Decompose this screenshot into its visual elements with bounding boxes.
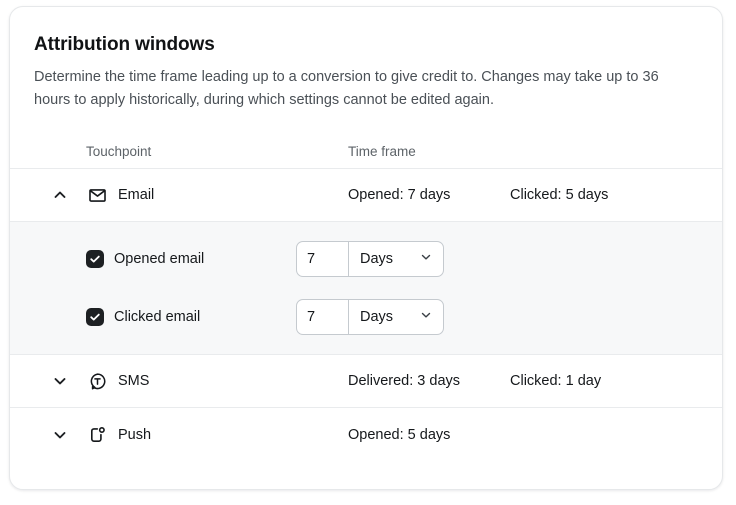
checkbox-opened-email[interactable]: [86, 250, 104, 268]
summary-email-opened: Opened: 7 days: [348, 187, 510, 203]
duration-unit-select-clicked-email[interactable]: Days: [349, 300, 443, 334]
attribution-table: Touchpoint Time frame E: [10, 135, 722, 461]
sub-row-clicked-email: Clicked email Days: [34, 288, 698, 346]
expanded-panel-email: Opened email Days: [10, 222, 722, 355]
summary-sms-clicked: Clicked: 1 day: [510, 373, 698, 389]
duration-unit-select-opened-email[interactable]: Days: [349, 242, 443, 276]
summary-email-clicked: Clicked: 5 days: [510, 187, 698, 203]
table-row-email[interactable]: Email Opened: 7 days Clicked: 5 days: [10, 169, 722, 222]
chevron-up-icon[interactable]: [48, 183, 72, 207]
summary-sms-delivered: Delivered: 3 days: [348, 373, 510, 389]
chevron-down-icon[interactable]: [48, 423, 72, 447]
chevron-down-icon: [419, 250, 433, 269]
card-description: Determine the time frame leading up to a…: [34, 66, 664, 111]
duration-control-clicked-email: Days: [296, 299, 444, 335]
page-title: Attribution windows: [34, 33, 698, 57]
touchpoint-cell-sms: SMS: [86, 370, 348, 392]
expand-toggle-sms[interactable]: [34, 369, 86, 393]
checkbox-clicked-email[interactable]: [86, 308, 104, 326]
sub-row-label-group-opened-email: Opened email: [34, 250, 296, 268]
duration-field-clicked-email: Days: [296, 299, 444, 335]
touchpoint-label-email: Email: [118, 187, 154, 203]
table-header-row: Touchpoint Time frame: [10, 135, 722, 169]
summary-push-opened: Opened: 5 days: [348, 427, 510, 443]
sub-row-opened-email: Opened email Days: [34, 230, 698, 288]
expand-toggle-push[interactable]: [34, 423, 86, 447]
chevron-down-icon[interactable]: [48, 369, 72, 393]
sub-row-label-opened-email: Opened email: [114, 251, 204, 267]
push-notification-icon: [86, 424, 108, 446]
attribution-windows-card: Attribution windows Determine the time f…: [9, 6, 723, 490]
column-header-touchpoint: Touchpoint: [86, 144, 348, 159]
envelope-icon: [86, 184, 108, 206]
duration-unit-label-clicked-email: Days: [360, 309, 393, 325]
duration-unit-label-opened-email: Days: [360, 251, 393, 267]
expand-toggle-email[interactable]: [34, 183, 86, 207]
table-row-push[interactable]: Push Opened: 5 days: [10, 408, 722, 461]
touchpoint-label-push: Push: [118, 427, 151, 443]
sub-row-label-group-clicked-email: Clicked email: [34, 308, 296, 326]
duration-field-opened-email: Days: [296, 241, 444, 277]
chevron-down-icon: [419, 308, 433, 327]
sub-row-label-clicked-email: Clicked email: [114, 309, 200, 325]
duration-value-input-clicked-email[interactable]: [297, 300, 348, 334]
touchpoint-cell-push: Push: [86, 424, 348, 446]
column-header-time-frame: Time frame: [348, 144, 510, 159]
touchpoint-cell-email: Email: [86, 184, 348, 206]
sms-bubble-icon: [86, 370, 108, 392]
duration-control-opened-email: Days: [296, 241, 444, 277]
table-row-sms[interactable]: SMS Delivered: 3 days Clicked: 1 day: [10, 355, 722, 408]
duration-value-input-opened-email[interactable]: [297, 242, 348, 276]
touchpoint-label-sms: SMS: [118, 373, 149, 389]
card-header: Attribution windows Determine the time f…: [10, 7, 722, 111]
